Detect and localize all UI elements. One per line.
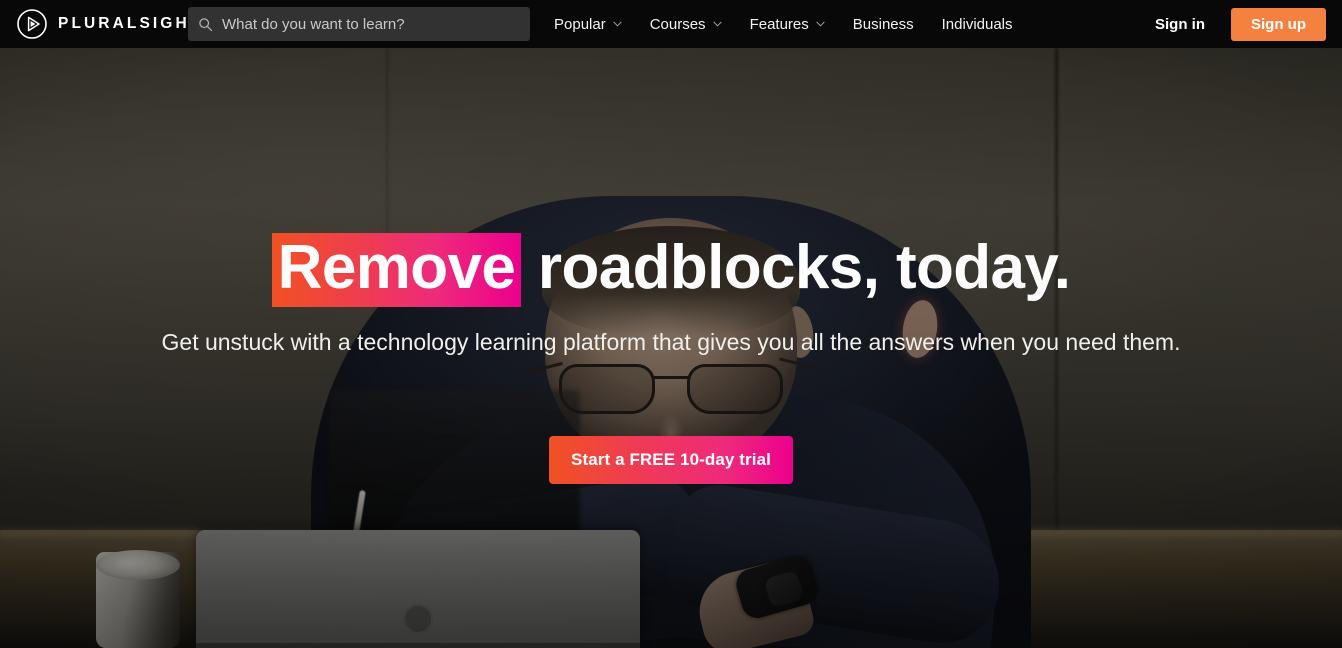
nav-item-features[interactable]: Features [736, 0, 839, 48]
nav-item-courses[interactable]: Courses [636, 0, 736, 48]
nav-item-individuals[interactable]: Individuals [928, 0, 1027, 48]
hero-subheadline: Get unstuck with a technology learning p… [161, 329, 1181, 355]
start-free-trial-button[interactable]: Start a FREE 10-day trial [549, 436, 793, 484]
hero-headline-rest: roadblocks, today. [521, 233, 1071, 302]
main-nav-links: Popular Courses Features Business Indivi… [548, 0, 1027, 48]
chevron-down-icon [809, 21, 825, 27]
search-icon [188, 17, 213, 32]
hero-section: Remove roadblocks, today. Get unstuck wi… [0, 48, 1342, 648]
hero-content: Remove roadblocks, today. Get unstuck wi… [0, 48, 1342, 648]
sign-in-link[interactable]: Sign in [1155, 16, 1205, 33]
hero-headline-highlight: Remove [271, 233, 522, 307]
pluralsight-play-circle-icon [16, 8, 48, 40]
nav-item-label: Features [749, 15, 809, 33]
search-box[interactable] [188, 7, 530, 41]
hero-headline: Remove roadblocks, today. [0, 233, 1342, 307]
chevron-down-icon [606, 21, 622, 27]
nav-item-business[interactable]: Business [839, 0, 928, 48]
chevron-down-icon [706, 21, 722, 27]
search-input[interactable] [213, 15, 530, 33]
nav-account-actions: Sign in Sign up [1155, 0, 1326, 48]
top-navigation-bar: PLURALSIGHT Popular Courses [0, 0, 1342, 48]
nav-item-label: Individuals [941, 15, 1013, 33]
nav-item-label: Business [852, 15, 914, 33]
brand-wordmark: PLURALSIGHT [58, 15, 203, 32]
hero-cta-wrapper: Start a FREE 10-day trial [0, 436, 1342, 484]
pluralsight-logo-link[interactable]: PLURALSIGHT [16, 8, 202, 40]
pluralsight-landing-page: PLURALSIGHT Popular Courses [0, 0, 1342, 648]
nav-item-label: Courses [649, 15, 706, 33]
nav-item-popular[interactable]: Popular [548, 0, 636, 48]
nav-item-label: Popular [554, 15, 606, 33]
sign-up-button[interactable]: Sign up [1231, 7, 1326, 41]
